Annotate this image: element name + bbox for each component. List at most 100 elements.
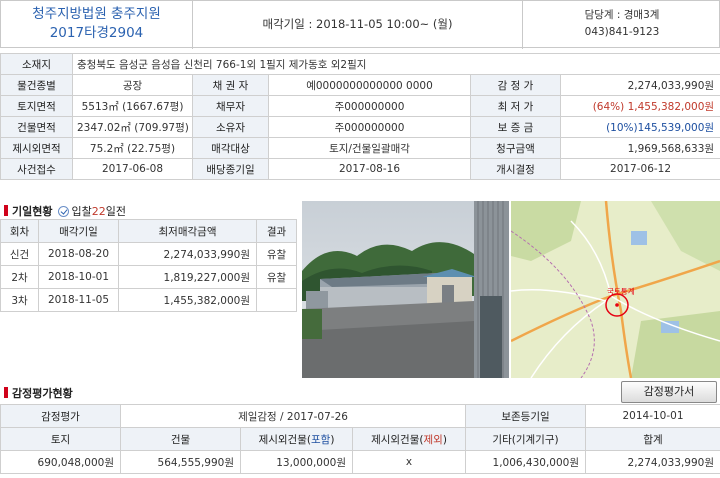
cell-label: 소유자 (192, 116, 269, 138)
property-photo[interactable] (302, 201, 509, 378)
table-row: 2차 2018-10-01 1,819,227,000원 유찰 (0, 265, 297, 289)
extra-excluded-value: x (352, 450, 466, 474)
cell-value: 2017-06-12 (559, 158, 720, 180)
appraisal-table: 감정평가 제일감정 / 2017-07-26 보존등기일 2014-10-01 … (0, 404, 720, 474)
table-row: 감정평가 제일감정 / 2017-07-26 보존등기일 2014-10-01 (0, 404, 720, 428)
cell-value: 예0000000000000 0000 (268, 74, 471, 96)
contact-block: 담당계 : 경매3계 043)841-9123 (523, 1, 720, 49)
extra-included-value: 13,000,000원 (240, 450, 353, 474)
section-marker-icon (4, 387, 8, 398)
cell-label: 보 증 금 (470, 116, 561, 138)
cell-value: 2017-06-08 (72, 158, 193, 180)
table-row: 건물면적 2347.02㎡ (709.97평) 소유자 주000000000 보… (0, 116, 720, 138)
table-row: 제시외면적 75.2㎡ (22.75평) 매각대상 토지/건물일괄매각 청구금액… (0, 137, 720, 159)
cell-label: 배당종기일 (192, 158, 269, 180)
other-value: 1,006,430,000원 (465, 450, 586, 474)
sale-date-cell: 2018-10-01 (38, 265, 119, 289)
cell-label: 사건접수 (0, 158, 73, 180)
column-header: 회차 (0, 219, 39, 243)
map-marker-label: 국토통계 (607, 286, 635, 296)
cell-label: 보존등기일 (465, 404, 586, 428)
round: 신건 (0, 242, 39, 266)
table-row: 690,048,000원 564,555,990원 13,000,000원 x … (0, 450, 720, 474)
history-title: 기일현황 입찰22일전 (4, 203, 126, 219)
case-header: 청주지방법원 충주지원 2017타경2904 매각기일 : 2018-11-05… (0, 0, 720, 49)
column-header: 합계 (585, 427, 720, 451)
total-value: 2,274,033,990원 (585, 450, 720, 474)
column-header: 제시외건물(제외) (352, 427, 466, 451)
table-row: 토지면적 5513㎡ (1667.67평) 채무자 주000000000 최 저… (0, 95, 720, 117)
table-row: 물건종별 공장 채 권 자 예0000000000000 0000 감 정 가 … (0, 74, 720, 96)
appraisal-title: 감정평가현황 (4, 385, 73, 401)
building-value: 564,555,990원 (120, 450, 241, 474)
column-header: 건물 (120, 427, 241, 451)
appraiser: 제일감정 / 2017-07-26 (120, 404, 466, 428)
column-header: 기타(기계기구) (465, 427, 586, 451)
column-header: 제시외건물(포함) (240, 427, 353, 451)
cell-value: 공장 (72, 74, 193, 96)
result-cell (256, 288, 297, 312)
case-number: 2017타경2904 (49, 25, 144, 41)
days-left: 22 (91, 205, 106, 218)
result-cell: 유찰 (256, 242, 297, 266)
table-header-row: 토지 건물 제시외건물(포함) 제시외건물(제외) 기타(기계기구) 합계 (0, 427, 720, 451)
column-header: 최저매각금액 (118, 219, 257, 243)
result-cell: 유찰 (256, 265, 297, 289)
phone: 043)841-9123 (584, 26, 660, 38)
column-header: 결과 (256, 219, 297, 243)
min-price-cell: 1,819,227,000원 (118, 265, 257, 289)
sale-date: 매각기일 : 2018-11-05 10:00~ (월) (193, 1, 523, 49)
header-text: ) (442, 433, 447, 446)
cell-label: 감정평가 (0, 404, 121, 428)
cell-label: 건물면적 (0, 116, 73, 138)
min-price-cell: 2,274,033,990원 (118, 242, 257, 266)
cell-label: 청구금액 (470, 137, 561, 159)
claim-amount: 1,969,568,633원 (559, 137, 720, 159)
appraisal-title-text: 감정평가현황 (12, 387, 73, 400)
auction-history-table: 회차 매각기일 최저매각금액 결과 신건 2018-08-20 2,274,03… (0, 219, 297, 312)
table-row: 3차 2018-11-05 1,455,382,000원 (0, 288, 297, 312)
header-text: 제시외건물( (258, 433, 311, 446)
address-value: 충청북도 음성군 음성읍 신천리 766-1외 1필지 제가동호 외2필지 (71, 53, 720, 75)
department: 담당계 : 경매3계 (584, 9, 660, 21)
property-info-table: 소재지 충청북도 음성군 음성읍 신천리 766-1외 1필지 제가동호 외2필… (0, 53, 720, 180)
appraisal-price: 2,274,033,990원 (559, 74, 720, 96)
court-name: 청주지방법원 충주지원 (32, 6, 161, 22)
cell-label: 개시결정 (470, 158, 561, 180)
table-row: 사건접수 2017-06-08 배당종기일 2017-08-16 개시결정 20… (0, 158, 720, 180)
table-header-row: 회차 매각기일 최저매각금액 결과 (0, 219, 297, 243)
round: 3차 (0, 288, 39, 312)
table-row: 소재지 충청북도 음성군 음성읍 신천리 766-1외 1필지 제가동호 외2필… (0, 53, 720, 75)
sale-date-cell: 2018-11-05 (38, 288, 119, 312)
deposit: (10%)145,539,000원 (559, 116, 720, 138)
sale-date-cell: 2018-08-20 (38, 242, 119, 266)
cell-value: 주000000000 (268, 95, 471, 117)
registration-date: 2014-10-01 (585, 404, 720, 428)
min-price-cell: 1,455,382,000원 (118, 288, 257, 312)
cell-label: 토지면적 (0, 95, 73, 117)
cell-label: 제시외면적 (0, 137, 73, 159)
location-map[interactable]: 국토통계 (511, 201, 720, 378)
appraisal-report-button[interactable]: 감정평가서 (621, 381, 717, 403)
bid-label: 입찰 (71, 205, 92, 218)
cell-label: 매각대상 (192, 137, 269, 159)
court-block: 청주지방법원 충주지원 2017타경2904 (1, 1, 193, 49)
cell-label: 최 저 가 (470, 95, 561, 117)
table-row: 신건 2018-08-20 2,274,033,990원 유찰 (0, 242, 297, 266)
history-title-text: 기일현황 (12, 205, 53, 218)
cell-label: 감 정 가 (470, 74, 561, 96)
header-included: 포함 (310, 433, 331, 446)
cell-value: 2017-08-16 (268, 158, 471, 180)
header-excluded: 제외 (423, 433, 443, 446)
days-suffix: 일전 (105, 205, 126, 218)
cell-value: 5513㎡ (1667.67평) (72, 95, 193, 117)
section-marker-icon (4, 205, 8, 216)
cell-value: 2347.02㎡ (709.97평) (72, 116, 193, 138)
cell-label: 채 권 자 (192, 74, 269, 96)
column-header: 매각기일 (38, 219, 119, 243)
cell-value: 토지/건물일괄매각 (268, 137, 471, 159)
cell-label: 물건종별 (0, 74, 73, 96)
land-value: 690,048,000원 (0, 450, 121, 474)
header-text: 제시외건물( (371, 433, 424, 446)
cell-label: 채무자 (192, 95, 269, 117)
